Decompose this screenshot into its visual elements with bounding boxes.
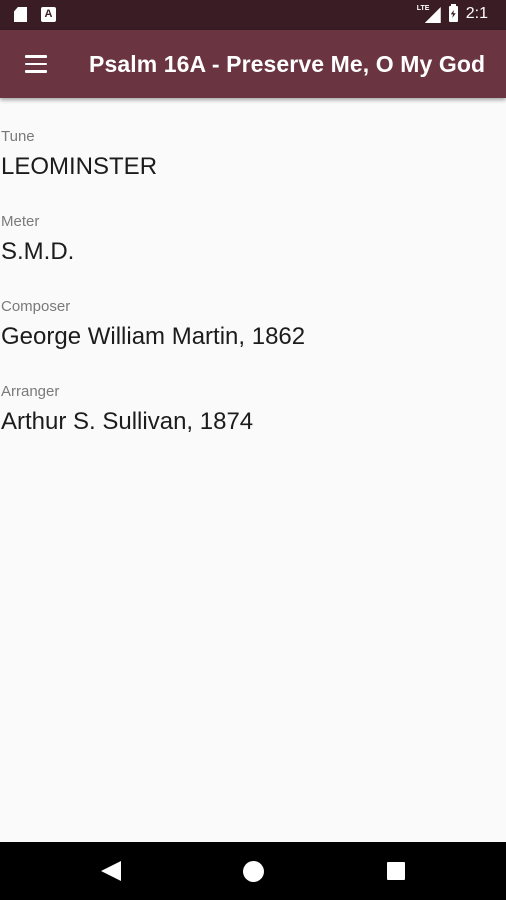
- meter-field: Meter S.M.D.: [0, 211, 506, 282]
- arranger-field: Arranger Arthur S. Sullivan, 1874: [0, 381, 506, 452]
- system-icons: LTE 2:1: [417, 4, 488, 23]
- tune-field: Tune LEOMINSTER: [0, 126, 506, 197]
- page-title: Psalm 16A - Preserve Me, O My God: [89, 51, 486, 77]
- meter-value: S.M.D.: [1, 238, 75, 265]
- notification-icons: A: [14, 7, 56, 22]
- recents-icon[interactable]: [387, 862, 405, 880]
- meter-label: Meter: [1, 213, 40, 230]
- status-bar: A LTE 2:1: [0, 0, 506, 30]
- back-icon[interactable]: [101, 861, 121, 881]
- app-bar: Psalm 16A - Preserve Me, O My God: [0, 30, 506, 98]
- arranger-label: Arranger: [1, 383, 60, 400]
- status-clock: 2:1: [465, 5, 488, 22]
- a-notification-icon: A: [41, 7, 56, 22]
- tune-value: LEOMINSTER: [1, 153, 158, 180]
- lte-signal-icon: LTE: [417, 5, 441, 23]
- navigation-bar: [0, 842, 506, 900]
- home-icon[interactable]: [243, 861, 264, 882]
- arranger-value: Arthur S. Sullivan, 1874: [1, 408, 254, 435]
- network-type-label: LTE: [416, 5, 430, 12]
- hamburger-menu-icon[interactable]: [12, 40, 60, 88]
- battery-charging-icon: [448, 4, 458, 22]
- composer-field: Composer George William Martin, 1862: [0, 296, 506, 367]
- composer-label: Composer: [1, 298, 71, 315]
- tune-label: Tune: [1, 128, 35, 145]
- sd-card-icon: [14, 7, 27, 22]
- hymn-details: Tune LEOMINSTER Meter S.M.D. Composer Ge…: [0, 126, 506, 466]
- composer-value: George William Martin, 1862: [1, 323, 306, 350]
